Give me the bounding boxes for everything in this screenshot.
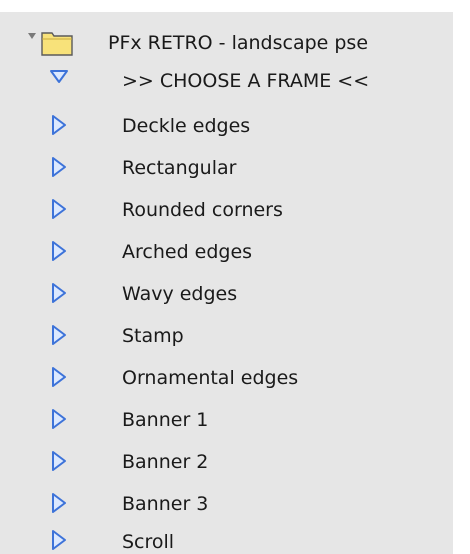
- caret-down-icon[interactable]: [28, 32, 36, 40]
- action-row-scroll[interactable]: Scroll: [0, 512, 453, 554]
- action-label: Wavy edges: [122, 283, 238, 305]
- action-row-wavy-edges[interactable]: Wavy edges: [0, 272, 453, 314]
- action-label: Banner 1: [122, 409, 209, 431]
- action-row-deckle-edges[interactable]: Deckle edges: [0, 104, 453, 146]
- triangle-right-icon[interactable]: [49, 240, 69, 262]
- action-row-ornamental-edges[interactable]: Ornamental edges: [0, 356, 453, 398]
- triangle-right-icon[interactable]: [49, 282, 69, 304]
- action-set-row[interactable]: PFx RETRO - landscape pse: [0, 22, 453, 64]
- triangle-right-icon[interactable]: [49, 114, 69, 136]
- action-label: Rectangular: [122, 157, 237, 179]
- triangle-right-icon[interactable]: [49, 324, 69, 346]
- triangle-down-icon[interactable]: [49, 67, 69, 89]
- action-label: Arched edges: [122, 241, 253, 263]
- action-row-rounded-corners[interactable]: Rounded corners: [0, 188, 453, 230]
- triangle-right-icon[interactable]: [49, 408, 69, 430]
- action-label: >> CHOOSE A FRAME <<: [122, 70, 370, 92]
- scroll-gutter: [453, 0, 470, 554]
- triangle-right-icon[interactable]: [49, 492, 69, 514]
- action-label: Ornamental edges: [122, 367, 299, 389]
- triangle-right-icon[interactable]: [49, 366, 69, 388]
- actions-panel: PFx RETRO - landscape pse >> CHOOSE A FR…: [0, 0, 470, 554]
- folder-icon: [41, 32, 73, 56]
- triangle-right-icon[interactable]: [49, 198, 69, 220]
- triangle-right-icon[interactable]: [49, 156, 69, 178]
- action-row-stamp[interactable]: Stamp: [0, 314, 453, 356]
- action-row-banner-2[interactable]: Banner 2: [0, 440, 453, 482]
- action-label: Scroll: [122, 531, 175, 553]
- triangle-right-icon[interactable]: [49, 529, 69, 551]
- action-row-rectangular[interactable]: Rectangular: [0, 146, 453, 188]
- action-row-banner-1[interactable]: Banner 1: [0, 398, 453, 440]
- action-label: Banner 2: [122, 451, 209, 473]
- action-row-choose-frame[interactable]: >> CHOOSE A FRAME <<: [0, 62, 453, 104]
- action-label: Rounded corners: [122, 199, 283, 221]
- action-label: Deckle edges: [122, 115, 251, 137]
- action-label: Stamp: [122, 325, 184, 347]
- action-row-arched-edges[interactable]: Arched edges: [0, 230, 453, 272]
- action-set-label: PFx RETRO - landscape pse: [108, 32, 369, 54]
- triangle-right-icon[interactable]: [49, 450, 69, 472]
